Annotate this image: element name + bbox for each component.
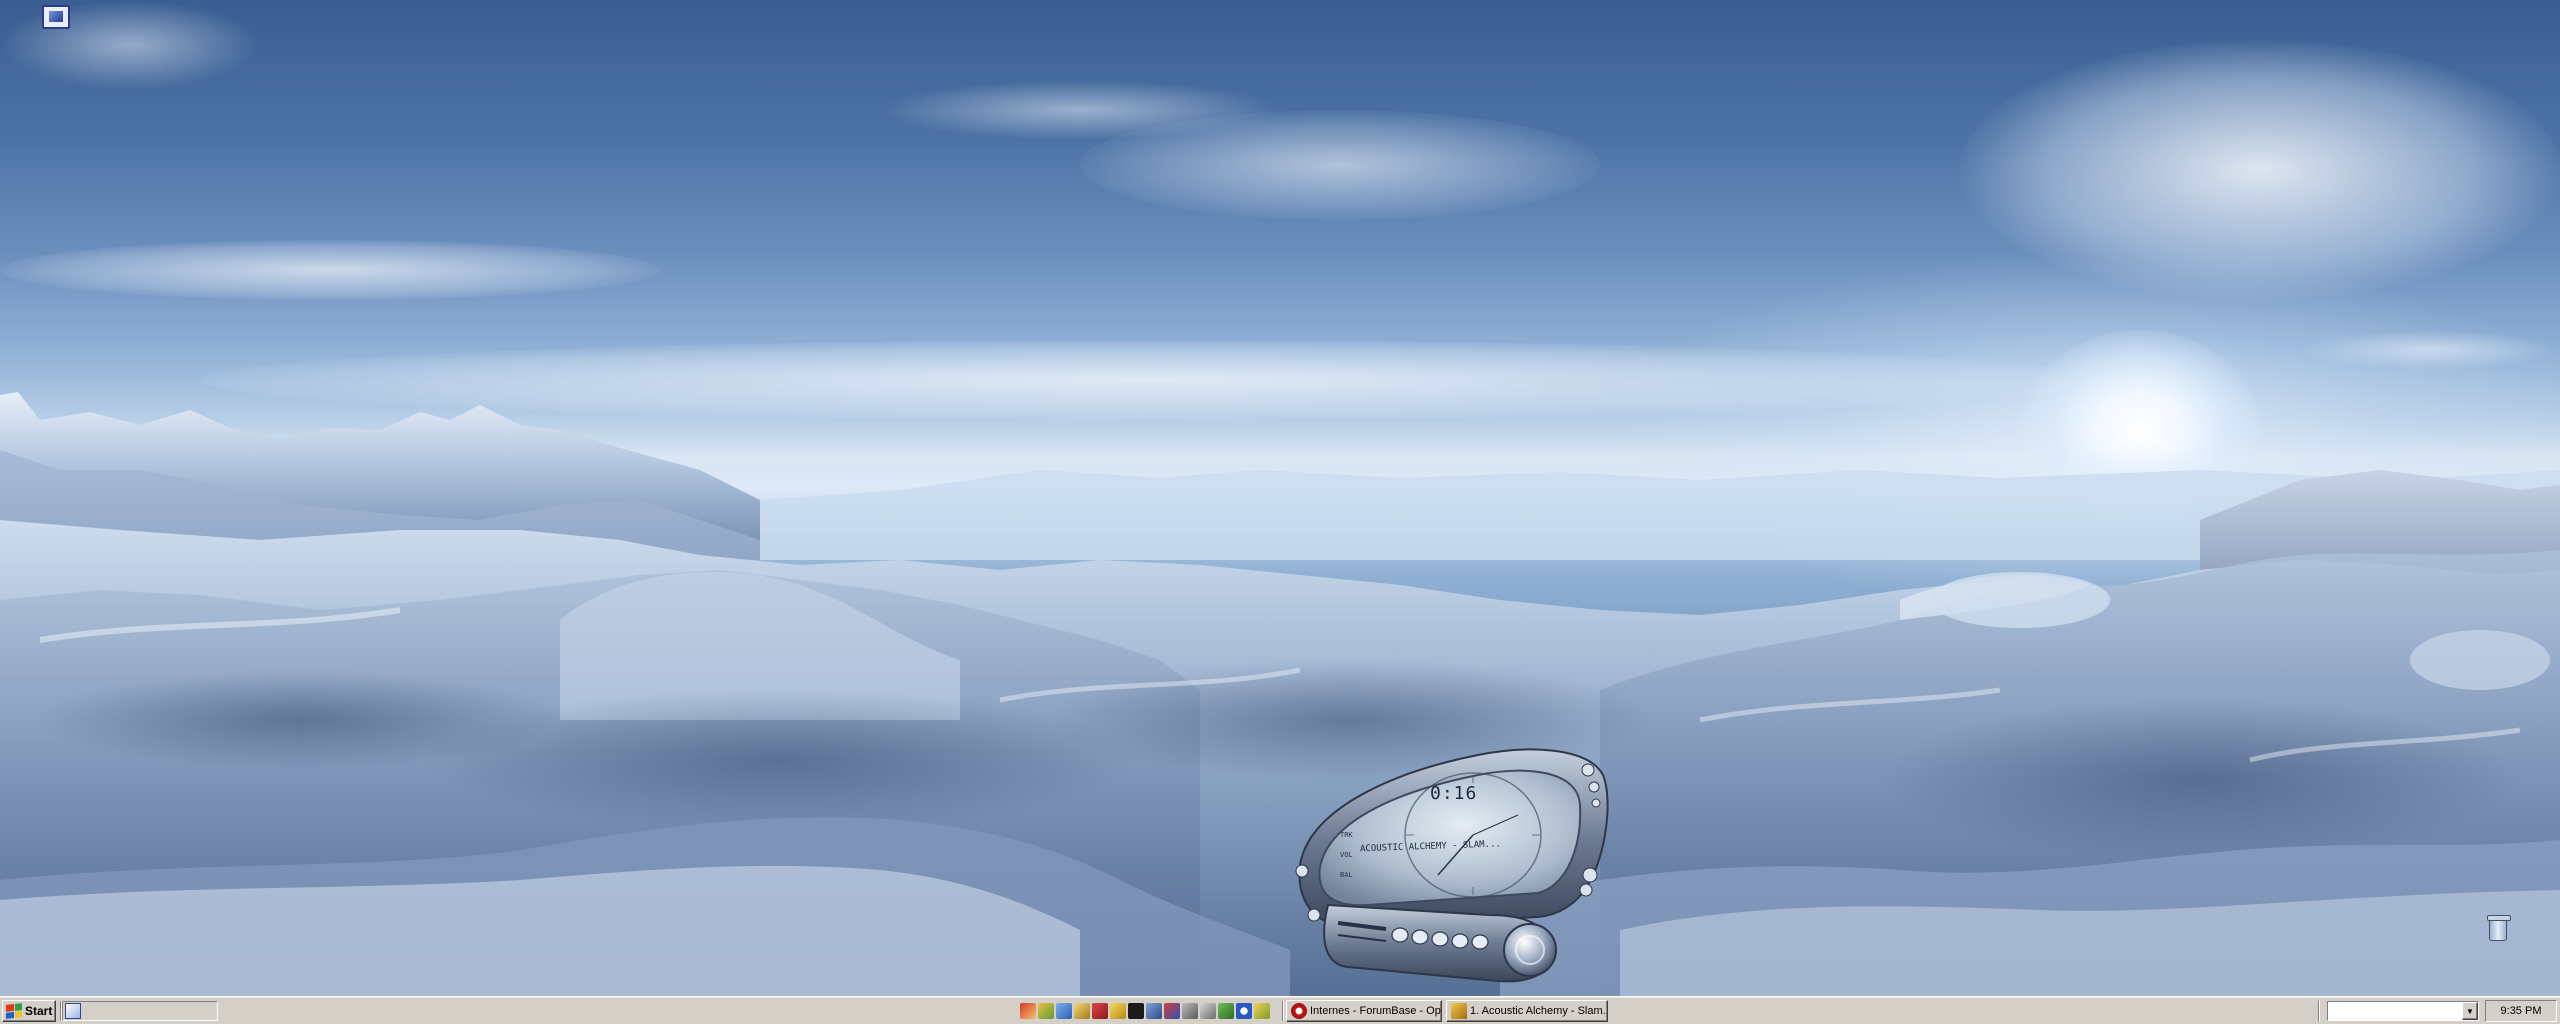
previous-button[interactable]: [1392, 928, 1408, 942]
printer-icon[interactable]: [1218, 1003, 1234, 1019]
pen-icon[interactable]: [1020, 1003, 1036, 1019]
windows-logo-icon: [6, 1003, 22, 1019]
quick-launch-area: [62, 1001, 218, 1021]
network-icon[interactable]: [1146, 1003, 1162, 1019]
address-dropdown-button[interactable]: ▼: [2462, 1002, 2478, 1020]
key-icon[interactable]: [1074, 1003, 1090, 1019]
winamp-icon: [1451, 1003, 1467, 1019]
taskbar-button-label: 1. Acoustic Alchemy - Slam...: [1470, 1005, 1608, 1017]
taskbar-separator: [1282, 1001, 1284, 1021]
globe-icon[interactable]: [1182, 1003, 1198, 1019]
recycle-bin-icon[interactable]: [2483, 913, 2513, 943]
flag-icon[interactable]: [1038, 1003, 1054, 1019]
monitor-icon[interactable]: [1092, 1003, 1108, 1019]
window-icon[interactable]: [1056, 1003, 1072, 1019]
taskbar-button-label: Internes - ForumBase - Op...: [1310, 1005, 1442, 1017]
speaker-icon[interactable]: [1200, 1003, 1216, 1019]
volume-knob[interactable]: [1504, 924, 1556, 976]
start-label: Start: [25, 1004, 53, 1018]
play-button[interactable]: [1412, 930, 1428, 944]
taskbar: Start Internes - ForumBase - Op... 1. Ac…: [0, 996, 2560, 1024]
desktop-wallpaper: [0, 0, 2560, 996]
flag-icon[interactable]: [1164, 1003, 1180, 1019]
taskbar-separator: [2318, 1001, 2320, 1021]
pause-button[interactable]: [1432, 932, 1448, 946]
svg-text:VOL: VOL: [1340, 851, 1353, 859]
start-button[interactable]: Start: [2, 1000, 56, 1022]
desktop-shortcut-icon[interactable]: [40, 3, 72, 33]
media-player-widget[interactable]: TRK VOL BAL 0:16 ACOUSTIC ALCHEMY - SLAM…: [1288, 745, 1618, 985]
stop-button[interactable]: [1452, 934, 1468, 948]
clock-text: 9:35 PM: [2500, 1005, 2542, 1017]
next-button[interactable]: [1472, 935, 1488, 949]
address-toolbar-field[interactable]: ▼: [2327, 1001, 2479, 1021]
show-desktop-icon[interactable]: [65, 1003, 81, 1019]
taskbar-button-opera[interactable]: Internes - ForumBase - Op...: [1286, 1000, 1442, 1022]
svg-text:BAL: BAL: [1340, 871, 1353, 879]
black-icon[interactable]: [1128, 1003, 1144, 1019]
search-icon[interactable]: [1110, 1003, 1126, 1019]
opera-icon: [1291, 1003, 1307, 1019]
system-clock[interactable]: 9:35 PM: [2485, 1000, 2557, 1022]
player-time-display: 0:16: [1430, 783, 1478, 804]
svg-text:TRK: TRK: [1340, 831, 1353, 839]
taskbar-button-winamp[interactable]: 1. Acoustic Alchemy - Slam...: [1446, 1000, 1608, 1022]
quick-launch-icons: [1020, 1003, 1270, 1019]
pen-icon[interactable]: [1254, 1003, 1270, 1019]
info-icon[interactable]: [1236, 1003, 1252, 1019]
chevron-down-icon: ▼: [2466, 1006, 2474, 1016]
